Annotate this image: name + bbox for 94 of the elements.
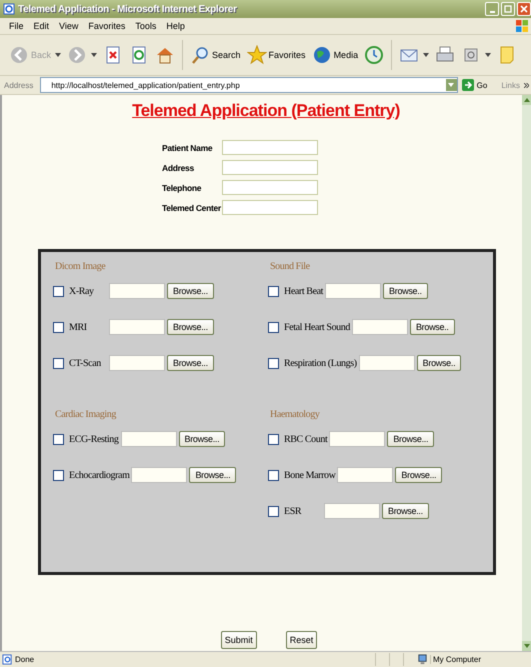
checkbox[interactable] [268, 506, 279, 516]
search-icon [190, 45, 210, 65]
minimize-button[interactable] [485, 2, 499, 16]
dropdown-button[interactable] [446, 79, 457, 91]
computer-icon [416, 654, 428, 665]
checkbox[interactable] [53, 434, 64, 444]
chevron-icon [524, 82, 529, 88]
input-field[interactable] [222, 140, 318, 155]
address-field[interactable]: http://localhost/telemed_application/patient_entry.php [40, 77, 458, 93]
maximize-button[interactable] [501, 2, 515, 16]
menu-item[interactable]: View [59, 21, 78, 31]
item-label: MRI [69, 322, 88, 332]
zone-text: My Computer [430, 655, 531, 664]
item-label: RBC Count [284, 434, 329, 444]
browser-icon [3, 3, 15, 15]
item-label: ECG-Resting [69, 434, 120, 444]
checkbox[interactable] [53, 322, 64, 332]
input-field[interactable] [222, 160, 318, 175]
window-title: Telemed Application - Microsoft Internet Explorer [18, 4, 237, 14]
close-icon [519, 4, 529, 14]
menu-item[interactable]: Edit [34, 21, 50, 31]
field-label: Telephone [162, 182, 202, 192]
home-icon [155, 45, 176, 65]
item-label: Heart Beat [284, 286, 324, 296]
scroll-up-button[interactable] [522, 95, 531, 105]
field-label: Telemed Center [162, 202, 222, 212]
status-text: Done [15, 655, 34, 664]
menu-item[interactable]: Favorites [88, 21, 126, 31]
page-icon [2, 654, 13, 665]
file-field[interactable] [131, 467, 188, 483]
browse-button[interactable]: Browse.. [416, 355, 462, 371]
file-field[interactable] [337, 467, 394, 483]
input-field[interactable] [222, 200, 318, 215]
file-field[interactable] [352, 319, 408, 335]
browse-button[interactable]: Browse... [382, 503, 429, 519]
checkbox[interactable] [53, 470, 64, 480]
maximize-icon [503, 4, 513, 14]
checkbox[interactable] [268, 434, 279, 444]
checkbox[interactable] [268, 286, 279, 296]
checkbox[interactable] [53, 286, 64, 296]
file-field[interactable] [325, 283, 382, 299]
browse-button[interactable]: Browse... [395, 467, 442, 483]
favorites-icon [246, 45, 267, 65]
browse-button[interactable]: Browse... [167, 319, 214, 335]
menu-item[interactable]: File [9, 21, 24, 31]
checkbox[interactable] [268, 470, 279, 480]
file-field[interactable] [120, 431, 176, 447]
browse-button[interactable]: Browse... [178, 431, 226, 447]
file-field[interactable] [324, 503, 380, 519]
input-field[interactable] [222, 180, 318, 195]
caret-icon [448, 83, 454, 87]
browse-button[interactable]: Browse.. [410, 319, 455, 335]
browse-button[interactable]: Browse... [387, 431, 434, 447]
section-title: Sound File [269, 261, 311, 273]
section-title: Haematology [269, 409, 321, 421]
forward-icon [67, 45, 88, 65]
file-field[interactable] [109, 283, 165, 299]
submit-button[interactable]: Submit [220, 631, 257, 649]
address-label: Address [4, 80, 34, 90]
media-button[interactable]: Media [310, 45, 360, 65]
menu-item[interactable]: Help [166, 21, 185, 31]
checkbox[interactable] [268, 358, 279, 368]
reset-button[interactable]: Reset [286, 631, 318, 649]
browse-button[interactable]: Browse... [189, 467, 236, 483]
checkbox[interactable] [268, 322, 279, 332]
field-label: Patient Name [162, 142, 214, 152]
browse-button[interactable]: Browse.. [383, 283, 428, 299]
favorites-button[interactable]: Favorites [246, 45, 307, 65]
item-label: ESR [284, 506, 302, 516]
section-title: Cardiac Imaging [54, 409, 118, 421]
scroll-down-button[interactable] [522, 641, 531, 651]
item-label: Fetal Heart Sound [284, 322, 352, 332]
item-label: CT-Scan [69, 358, 102, 368]
section-title: Dicom Image [54, 261, 106, 273]
item-label: Bone Marrow [284, 470, 337, 480]
browse-button[interactable]: Browse... [167, 283, 214, 299]
go-button[interactable]: Go [462, 79, 488, 91]
file-field[interactable] [329, 431, 386, 447]
file-field[interactable] [109, 319, 165, 335]
field-label: Address [162, 162, 195, 172]
close-button[interactable] [517, 2, 531, 16]
menu-item[interactable]: Tools [135, 21, 156, 31]
item-label: X-Ray [69, 286, 95, 296]
browse-button[interactable]: Browse... [167, 355, 214, 371]
windows-logo-icon [515, 19, 529, 33]
search-button[interactable]: Search [189, 45, 242, 65]
page-heading: Telemed Application (Patient Entry) [132, 101, 400, 121]
item-label: Respiration (Lungs) [284, 358, 358, 368]
checkbox[interactable] [53, 358, 64, 368]
minimize-icon [490, 11, 494, 13]
back-icon [9, 45, 29, 65]
file-field[interactable] [109, 355, 165, 371]
item-label: Echocardiogram [69, 470, 131, 480]
file-field[interactable] [358, 355, 415, 371]
